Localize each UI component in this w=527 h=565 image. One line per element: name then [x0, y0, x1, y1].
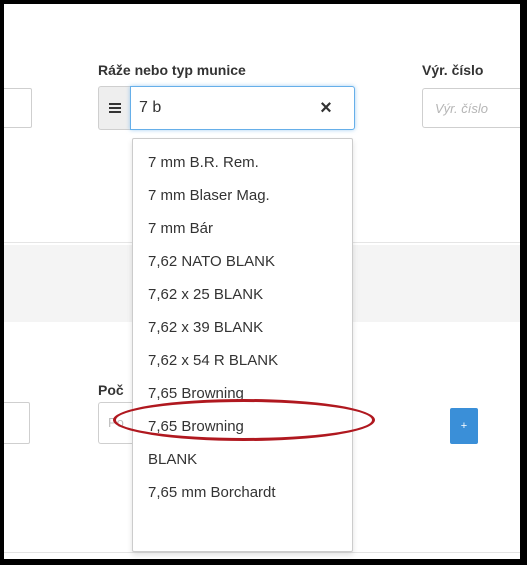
dropdown-option[interactable]: 7 mm Blaser Mag.: [133, 179, 352, 212]
caliber-combobox: ×: [98, 86, 355, 130]
caliber-dropdown-list: 7 mm B.R. Rem. 7 mm Blaser Mag. 7 mm Bár 7,…: [132, 138, 353, 552]
serial-number-label: Výr. číslo: [422, 62, 484, 78]
dropdown-options: 7 mm B.R. Rem. 7 mm Blaser Mag. 7 mm Bár 7,…: [133, 146, 352, 509]
left-partial-input[interactable]: [4, 88, 32, 128]
dropdown-option[interactable]: 7 mm Bár: [133, 212, 352, 245]
count-placeholder: Po: [108, 415, 124, 430]
add-button[interactable]: +: [450, 408, 478, 444]
dropdown-option[interactable]: 7,65 mm Borchardt: [133, 476, 352, 509]
clear-icon[interactable]: ×: [316, 97, 336, 119]
list-toggle-button[interactable]: [98, 86, 130, 130]
dropdown-option[interactable]: 7,65 Browning: [133, 377, 352, 410]
left-partial-input-lower[interactable]: [4, 402, 30, 444]
bottom-divider: [4, 552, 520, 553]
dropdown-option[interactable]: 7 mm B.R. Rem.: [133, 146, 352, 179]
count-label: Poč: [98, 382, 124, 398]
dropdown-option[interactable]: 7,62 x 25 BLANK: [133, 278, 352, 311]
serial-number-placeholder: Výr. číslo: [435, 101, 488, 116]
hamburger-menu-icon: [108, 103, 121, 113]
dropdown-option[interactable]: 7,62 NATO BLANK: [133, 245, 352, 278]
caliber-search-input[interactable]: [139, 99, 309, 117]
screenshot-frame: Ráže nebo typ munice Výr. číslo × Výr. č…: [0, 0, 527, 565]
dropdown-option[interactable]: 7,65 Browning: [133, 410, 352, 443]
caliber-search-box[interactable]: ×: [130, 86, 355, 130]
dropdown-option[interactable]: 7,62 x 54 R BLANK: [133, 344, 352, 377]
caliber-label: Ráže nebo typ munice: [98, 62, 246, 78]
dropdown-option[interactable]: 7,62 x 39 BLANK: [133, 311, 352, 344]
form-area: Ráže nebo typ munice Výr. číslo × Výr. č…: [4, 4, 520, 559]
dropdown-option[interactable]: BLANK: [133, 443, 352, 476]
serial-number-input[interactable]: Výr. číslo: [422, 88, 520, 128]
